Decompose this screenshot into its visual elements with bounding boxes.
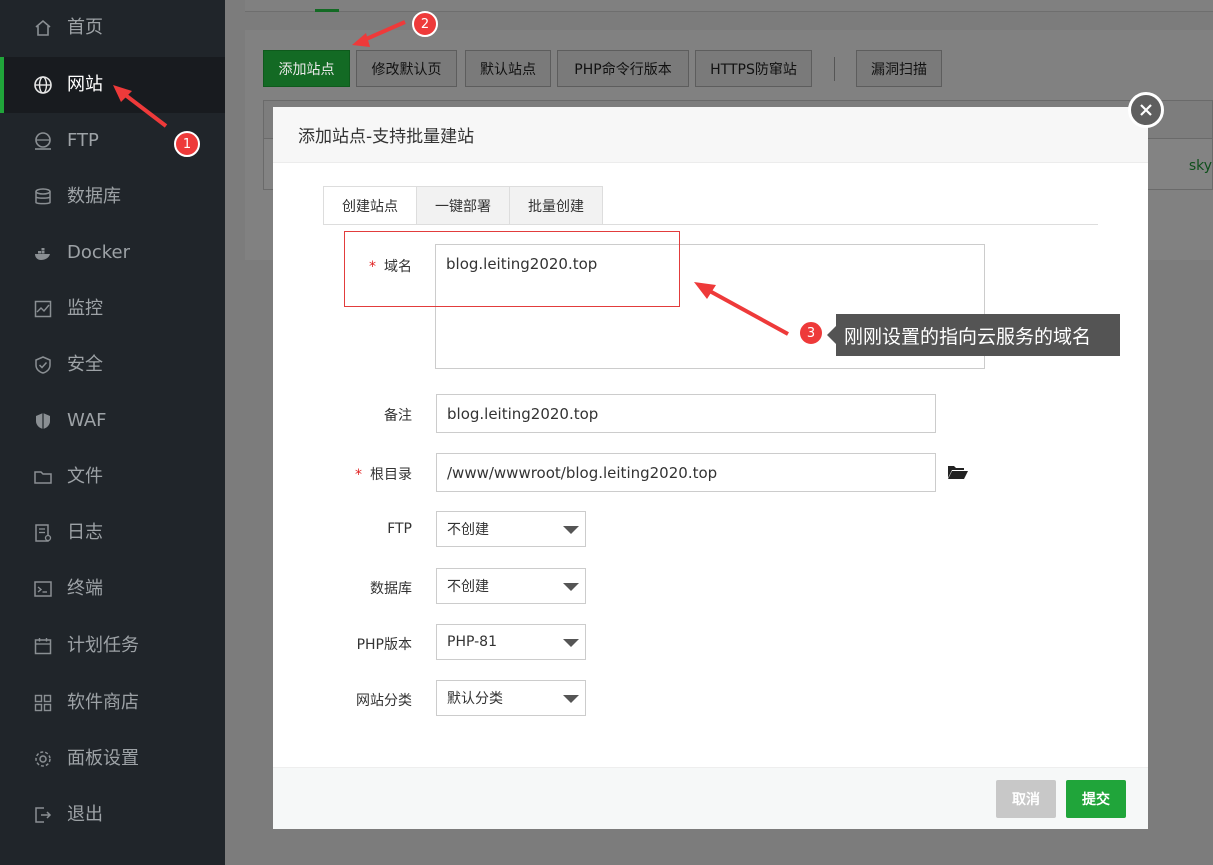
ftp-label: FTP bbox=[387, 521, 412, 537]
database-select[interactable]: 不创建 bbox=[436, 568, 586, 604]
close-dialog-button[interactable] bbox=[1128, 92, 1164, 128]
gear-icon bbox=[33, 749, 53, 769]
database-label: 数据库 bbox=[370, 581, 412, 597]
chevron-down-icon bbox=[563, 695, 579, 703]
database-icon bbox=[33, 187, 53, 207]
php-version-select-value: PHP-81 bbox=[447, 634, 497, 650]
vuln-scan-button[interactable]: 漏洞扫描 bbox=[856, 50, 942, 87]
sidebar-item-label: 首页 bbox=[67, 17, 103, 38]
php-cli-version-button[interactable]: PHP命令行版本 bbox=[557, 50, 689, 87]
folder-icon bbox=[33, 467, 53, 487]
dialog-title: 添加站点-支持批量建站 bbox=[298, 127, 475, 147]
tab-batch-create[interactable]: 批量创建 bbox=[509, 186, 603, 225]
php-version-label: PHP版本 bbox=[356, 637, 412, 653]
calendar-icon bbox=[33, 636, 53, 656]
toolbar-divider bbox=[834, 57, 835, 81]
tab-one-click-deploy[interactable]: 一键部署 bbox=[416, 186, 510, 225]
dialog-tabs: 创建站点 一键部署 批量创建 bbox=[323, 186, 603, 225]
add-site-dialog: 添加站点-支持批量建站 创建站点 一键部署 批量创建 * 域名 blog.leit… bbox=[273, 107, 1148, 829]
sidebar-item-label: FTP bbox=[67, 130, 99, 151]
sidebar-item-panel-settings[interactable]: 面板设置 bbox=[0, 731, 225, 787]
apps-grid-icon bbox=[33, 693, 53, 713]
globe-icon bbox=[33, 75, 53, 95]
site-category-label: 网站分类 bbox=[356, 693, 412, 709]
sidebar-item-monitor[interactable]: 监控 bbox=[0, 281, 225, 337]
annotation-callout: 刚刚设置的指向云服务的域名 bbox=[827, 314, 1120, 356]
table-cell-partial: sky bbox=[1188, 158, 1212, 174]
sidebar-item-waf[interactable]: WAF bbox=[0, 393, 225, 449]
sidebar-item-label: 软件商店 bbox=[67, 692, 139, 713]
sidebar-item-home[interactable]: 首页 bbox=[0, 0, 225, 56]
sidebar-item-security[interactable]: 安全 bbox=[0, 337, 225, 393]
home-icon bbox=[33, 18, 53, 38]
php-version-select[interactable]: PHP-81 bbox=[436, 624, 586, 660]
default-site-button[interactable]: 默认站点 bbox=[465, 50, 551, 87]
tab-create-site[interactable]: 创建站点 bbox=[323, 186, 417, 225]
sidebar-item-label: 监控 bbox=[67, 298, 103, 319]
submit-button[interactable]: 提交 bbox=[1066, 780, 1126, 818]
site-category-select[interactable]: 默认分类 bbox=[436, 680, 586, 716]
top-tab-card bbox=[245, 0, 1213, 12]
sidebar-item-app-store[interactable]: 软件商店 bbox=[0, 675, 225, 731]
sidebar-item-label: WAF bbox=[67, 410, 107, 431]
log-icon bbox=[33, 523, 53, 543]
highlight-box bbox=[344, 231, 680, 307]
sidebar-item-label: 计划任务 bbox=[67, 635, 139, 656]
waf-shield-icon bbox=[33, 411, 53, 431]
root-dir-input[interactable]: /www/wwwroot/blog.leiting2020.top bbox=[436, 453, 936, 492]
edit-default-page-button[interactable]: 修改默认页 bbox=[356, 50, 457, 87]
step-badge-1: 1 bbox=[174, 131, 200, 157]
ftp-select[interactable]: 不创建 bbox=[436, 511, 586, 547]
site-category-select-value: 默认分类 bbox=[447, 691, 503, 707]
sidebar-item-logout[interactable]: 退出 bbox=[0, 787, 225, 843]
chevron-down-icon bbox=[563, 639, 579, 647]
step-badge-3: 3 bbox=[798, 320, 824, 346]
https-protect-button[interactable]: HTTPS防窜站 bbox=[695, 50, 812, 87]
tabs-divider bbox=[323, 224, 1098, 225]
docker-icon bbox=[33, 243, 53, 263]
step-badge-2: 2 bbox=[412, 11, 438, 37]
sidebar-item-label: 面板设置 bbox=[67, 748, 139, 769]
chevron-down-icon bbox=[563, 526, 579, 534]
terminal-icon bbox=[33, 579, 53, 599]
cancel-button[interactable]: 取消 bbox=[996, 780, 1056, 818]
dialog-footer: 取消 提交 bbox=[273, 767, 1148, 829]
ftp-globe-icon bbox=[33, 131, 53, 151]
sidebar-item-label: 数据库 bbox=[67, 186, 121, 207]
dialog-header: 添加站点-支持批量建站 bbox=[273, 107, 1148, 163]
sidebar-item-label: Docker bbox=[67, 242, 131, 263]
root-dir-value: /www/wwwroot/blog.leiting2020.top bbox=[447, 463, 718, 482]
close-icon bbox=[1140, 104, 1152, 116]
shield-icon bbox=[33, 355, 53, 375]
ftp-select-value: 不创建 bbox=[447, 522, 489, 538]
sidebar-item-logs[interactable]: 日志 bbox=[0, 505, 225, 561]
sidebar-item-database[interactable]: 数据库 bbox=[0, 169, 225, 225]
note-label: 备注 bbox=[384, 408, 412, 424]
sidebar-item-label: 日志 bbox=[67, 522, 103, 543]
chevron-down-icon bbox=[563, 583, 579, 591]
active-tab-indicator bbox=[315, 9, 339, 12]
database-select-value: 不创建 bbox=[447, 579, 489, 595]
note-input[interactable]: blog.leiting2020.top bbox=[436, 394, 936, 433]
sidebar-item-terminal[interactable]: 终端 bbox=[0, 561, 225, 617]
monitor-icon bbox=[33, 299, 53, 319]
add-site-button[interactable]: 添加站点 bbox=[263, 50, 350, 87]
sidebar-item-cron[interactable]: 计划任务 bbox=[0, 618, 225, 674]
sidebar-item-label: 终端 bbox=[67, 578, 103, 599]
sidebar: 首页 网站 FTP 数据库 Docker 监控 安全 WAF 文件 日志 终端 … bbox=[0, 0, 225, 865]
sidebar-item-website[interactable]: 网站 bbox=[0, 57, 225, 113]
folder-open-icon[interactable] bbox=[947, 463, 969, 481]
sidebar-item-docker[interactable]: Docker bbox=[0, 225, 225, 281]
note-value: blog.leiting2020.top bbox=[447, 404, 599, 423]
sidebar-item-label: 退出 bbox=[67, 804, 103, 825]
logout-icon bbox=[33, 805, 53, 825]
sidebar-item-label: 安全 bbox=[67, 354, 103, 375]
sidebar-item-label: 文件 bbox=[67, 466, 103, 487]
sidebar-item-label: 网站 bbox=[67, 74, 103, 95]
sidebar-item-files[interactable]: 文件 bbox=[0, 449, 225, 505]
root-dir-label: * 根目录 bbox=[355, 467, 412, 483]
